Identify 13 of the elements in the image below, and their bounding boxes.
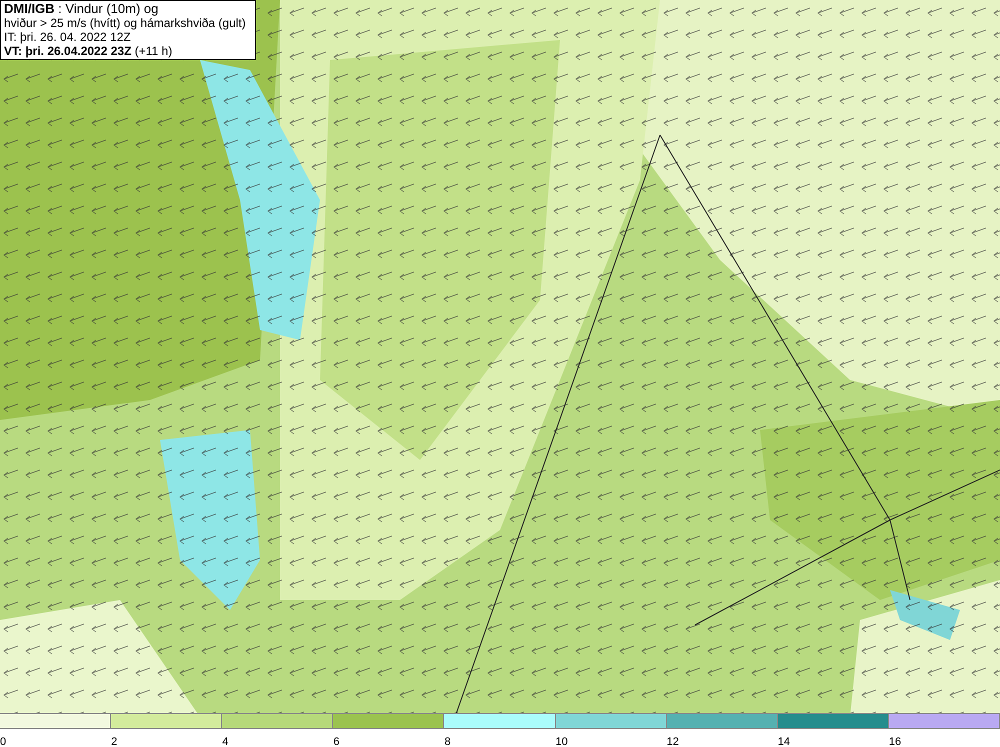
legend-tick-label: 8 — [444, 736, 451, 747]
title-line: DMI/IGB : Vindur (10m) og — [4, 2, 160, 16]
legend-tick-label: 10 — [556, 736, 568, 747]
legend-tick-label: 0 — [0, 736, 6, 747]
title-line: hviður > 25 m/s (hvítt) og hámarkshviða (gult) — [4, 16, 247, 30]
legend-tick-label: 12 — [666, 736, 679, 747]
legend-tick-label: 16 — [888, 736, 902, 747]
title-line: IT: þri. 26. 04. 2022 12Z — [4, 30, 132, 44]
title-line: VT: þri. 26.04.2022 23Z (+11 h) — [4, 44, 174, 58]
legend-tick-label: 6 — [333, 736, 340, 747]
legend-tick-label: 4 — [222, 736, 228, 747]
legend-tick-label: 14 — [778, 736, 790, 747]
legend-tick-label: 2 — [111, 736, 118, 747]
